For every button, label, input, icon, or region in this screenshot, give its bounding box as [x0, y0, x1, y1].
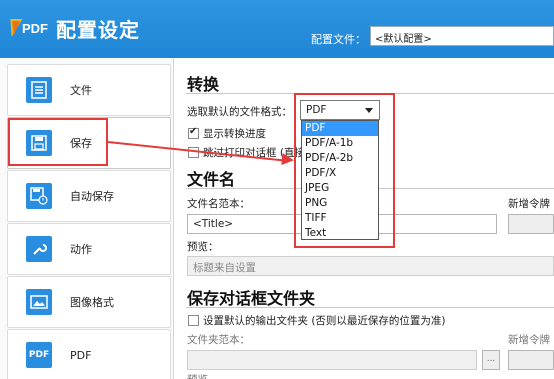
folder-add-token-label: 新增令牌 — [508, 334, 550, 346]
folder-template-label: 文件夹范本： — [187, 334, 250, 346]
sidebar-item-label: 图像格式 — [70, 296, 114, 309]
folder-add-token-dropdown[interactable] — [508, 350, 554, 370]
browse-button[interactable]: ... — [482, 350, 500, 370]
default-folder-checkbox[interactable] — [188, 315, 199, 326]
format-label: 选取默认的文件格式： — [187, 106, 292, 118]
folder-preview-label: 预览 — [187, 372, 208, 379]
config-select[interactable]: <默认配置> — [370, 26, 554, 46]
add-token-dropdown[interactable] — [508, 214, 554, 234]
sidebar-item-image-format[interactable]: 图像格式 — [7, 276, 171, 328]
folder-template-input[interactable] — [187, 350, 477, 370]
sidebar-item-pdf[interactable]: PDF PDF — [7, 329, 171, 379]
show-progress-label: 显示转换进度 — [203, 128, 266, 140]
image-icon — [26, 289, 52, 315]
sidebar-item-actions[interactable]: 动作 — [7, 223, 171, 275]
default-folder-label: 设置默认的输出文件夹 (否则以最近保存的位置为准) — [203, 315, 446, 327]
config-label: 配置文件： — [311, 33, 366, 46]
app-logo: PDF 配置设定 — [5, 14, 140, 43]
sidebar-item-label: PDF — [70, 348, 92, 362]
sidebar-item-label: 文件 — [70, 84, 92, 97]
filename-template-label: 文件名范本： — [187, 198, 250, 210]
auto-save-icon — [26, 183, 52, 209]
sidebar-item-auto-save[interactable]: 自动保存 — [7, 170, 171, 222]
document-icon — [26, 77, 52, 103]
sidebar: 文件 保存 自动保存 动作 图像格式 PDF PDF — [0, 58, 174, 379]
add-token-label: 新增令牌 — [508, 198, 550, 210]
section-title-filename: 文件名 — [187, 170, 236, 189]
sidebar-item-file[interactable]: 文件 — [7, 64, 171, 116]
preview-label: 预览： — [187, 241, 219, 253]
annotation-highlight-dropdown — [294, 93, 395, 248]
sidebar-item-label: 自动保存 — [70, 190, 114, 203]
show-progress-checkbox[interactable] — [188, 126, 199, 139]
wrench-icon — [26, 236, 52, 262]
annotation-arrow-head — [281, 153, 295, 167]
pdf-icon: PDF — [26, 342, 52, 368]
header-bar: PDF 配置设定 配置文件： <默认配置> — [0, 0, 554, 58]
section-divider — [186, 307, 554, 308]
page-title: 配置设定 — [56, 18, 140, 42]
section-title-convert: 转换 — [187, 75, 220, 94]
logo-icon — [5, 17, 23, 41]
logo-text: PDF — [22, 21, 48, 36]
annotation-highlight-save — [8, 118, 108, 166]
sidebar-item-label: 动作 — [70, 243, 92, 256]
preview-field: 标题来自设置 — [187, 256, 554, 276]
section-title-save-dialog: 保存对话框文件夹 — [187, 289, 316, 308]
